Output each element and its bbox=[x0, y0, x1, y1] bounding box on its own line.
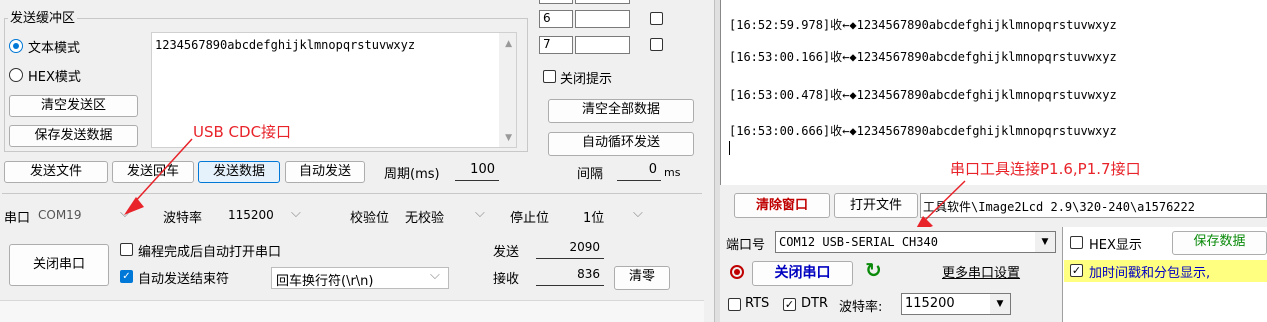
dtr-checkbox[interactable]: ✓ bbox=[783, 298, 796, 311]
right-panel: [16:52:59.978]收←◆1234567890abcdefghijklm… bbox=[714, 0, 1267, 322]
sent-label: 发送 bbox=[493, 245, 520, 260]
end-dropdown-icon: ⌵ bbox=[430, 268, 440, 283]
hex-mode-label[interactable]: HEX模式 bbox=[28, 66, 81, 85]
timestamp-label[interactable]: 加时间戳和分包显示, bbox=[1089, 262, 1210, 281]
log-line: [16:53:00.666]收←◆1234567890abcdefghijklm… bbox=[729, 124, 1117, 138]
scrollbar[interactable] bbox=[499, 33, 516, 147]
timestamp-checkbox[interactable]: ✓ bbox=[1070, 264, 1083, 277]
multi-check-7[interactable] bbox=[650, 38, 663, 51]
refresh-icon[interactable]: ↻ bbox=[865, 258, 882, 282]
baud-rate-label: 波特率: bbox=[839, 300, 883, 315]
end-select-value: 回车换行符(\r\n) bbox=[276, 274, 374, 289]
interval-unit: ms bbox=[664, 166, 681, 179]
radio-dot bbox=[13, 43, 19, 49]
auto-open-checkbox[interactable] bbox=[120, 243, 133, 256]
auto-end-checkbox[interactable]: ✓ bbox=[120, 270, 133, 283]
stop-label: 停止位 bbox=[510, 211, 550, 226]
hex-display-checkbox[interactable] bbox=[1070, 236, 1083, 249]
record-icon[interactable] bbox=[730, 265, 744, 279]
more-settings-link[interactable]: 更多串口设置 bbox=[942, 262, 1020, 281]
close-serial-button[interactable]: 关闭串口 bbox=[752, 261, 853, 286]
auto-end-label[interactable]: 自动发送结束符 bbox=[138, 268, 229, 287]
parity-dropdown-icon[interactable]: ⌵ bbox=[475, 206, 485, 221]
port-number-label: 端口号 bbox=[726, 238, 766, 253]
hex-display-label[interactable]: HEX显示 bbox=[1089, 234, 1142, 253]
save-data-button[interactable]: 保存数据 bbox=[1172, 231, 1267, 255]
send-file-button[interactable]: 发送文件 bbox=[4, 161, 108, 183]
auto-send-button[interactable]: 自动发送 bbox=[285, 161, 365, 183]
divider bbox=[2, 193, 702, 194]
parity-label: 校验位 bbox=[350, 211, 390, 226]
rts-checkbox[interactable] bbox=[728, 298, 741, 311]
text-cursor bbox=[729, 141, 730, 155]
interval-input[interactable]: 0 bbox=[617, 162, 661, 181]
send-data-button[interactable]: 发送数据 bbox=[198, 161, 280, 183]
recv-count: 836 bbox=[536, 267, 604, 286]
log-line: [16:52:59.978]收←◆1234567890abcdefghijklm… bbox=[729, 18, 1117, 32]
port-label: 串口 bbox=[4, 211, 31, 226]
text-mode-radio[interactable] bbox=[9, 39, 23, 53]
clear-count-button[interactable]: 清零 bbox=[614, 266, 670, 290]
port-dropdown-button[interactable]: ▼ bbox=[1035, 232, 1055, 252]
clear-send-button[interactable]: 清空发送区 bbox=[9, 95, 138, 117]
port-number-value: COM12 USB-SERIAL CH340 bbox=[779, 235, 938, 249]
multi-index-top[interactable] bbox=[539, 0, 573, 4]
left-panel: 发送缓冲区 文本模式 HEX模式 清空发送区 保存发送数据 1234567890… bbox=[0, 0, 704, 322]
multi-index-6[interactable]: 6 bbox=[539, 10, 573, 28]
text-mode-label[interactable]: 文本模式 bbox=[28, 37, 80, 56]
serial-annotation: 串口工具连接P1.6,P1.7接口 bbox=[950, 160, 1141, 178]
clear-window-button[interactable]: 清除窗口 bbox=[734, 193, 830, 218]
stop-dropdown-icon[interactable]: ⌵ bbox=[633, 206, 643, 221]
close-tip-label[interactable]: 关闭提示 bbox=[560, 68, 612, 87]
record-dot bbox=[734, 269, 740, 275]
log-line: [16:53:00.478]收←◆1234567890abcdefghijklm… bbox=[729, 88, 1117, 102]
auto-loop-button[interactable]: 自动循环发送 bbox=[548, 132, 694, 156]
baud-rate-select[interactable]: 115200 ▼ bbox=[901, 293, 1011, 315]
clear-all-button[interactable]: 清空全部数据 bbox=[548, 99, 694, 123]
multi-input-6[interactable] bbox=[575, 10, 630, 28]
interval-label: 间隔 bbox=[577, 167, 604, 182]
port-number-select[interactable]: COM12 USB-SERIAL CH340 ▼ bbox=[775, 231, 1056, 253]
end-select[interactable]: 回车换行符(\r\n) ⌵ bbox=[271, 267, 449, 289]
scroll-down-icon[interactable]: ▼ bbox=[505, 133, 512, 143]
multi-input-top[interactable] bbox=[575, 0, 630, 4]
dtr-label[interactable]: DTR bbox=[801, 296, 828, 311]
hex-mode-radio[interactable] bbox=[9, 68, 23, 82]
annotation-arrow-left bbox=[124, 138, 193, 215]
send-buffer-title: 发送缓冲区 bbox=[8, 7, 78, 26]
baud-select[interactable]: 115200 bbox=[228, 208, 274, 222]
baud-rate-value: 115200 bbox=[905, 296, 955, 311]
log-line: [16:53:00.166]收←◆1234567890abcdefghijklm… bbox=[729, 50, 1117, 64]
usb-cdc-annotation: USB CDC接口 bbox=[193, 123, 292, 141]
period-label: 周期(ms) bbox=[384, 167, 440, 182]
baud-dropdown-icon[interactable]: ⌵ bbox=[291, 206, 301, 221]
send-text-content: 1234567890abcdefghijklmnopqrstuvwxyz bbox=[155, 38, 416, 52]
rts-label[interactable]: RTS bbox=[745, 296, 769, 311]
close-port-button[interactable]: 关闭串口 bbox=[9, 244, 109, 286]
period-input[interactable]: 100 bbox=[455, 162, 499, 181]
port-select[interactable]: COM19 bbox=[38, 208, 81, 222]
stop-select[interactable]: 1位 bbox=[583, 207, 604, 226]
status-strip bbox=[0, 300, 704, 322]
baud-dropdown-button[interactable]: ▼ bbox=[990, 294, 1010, 314]
parity-select[interactable]: 无校验 bbox=[405, 207, 444, 226]
recv-label: 接收 bbox=[493, 272, 520, 287]
scroll-up-icon[interactable]: ▲ bbox=[505, 39, 512, 49]
multi-check-6[interactable] bbox=[650, 12, 663, 25]
close-tip-checkbox[interactable] bbox=[543, 70, 556, 83]
multi-index-7[interactable]: 7 bbox=[539, 36, 573, 54]
sent-count: 2090 bbox=[536, 240, 604, 259]
multi-input-7[interactable] bbox=[575, 36, 630, 54]
auto-open-label[interactable]: 编程完成后自动打开串口 bbox=[138, 241, 281, 260]
